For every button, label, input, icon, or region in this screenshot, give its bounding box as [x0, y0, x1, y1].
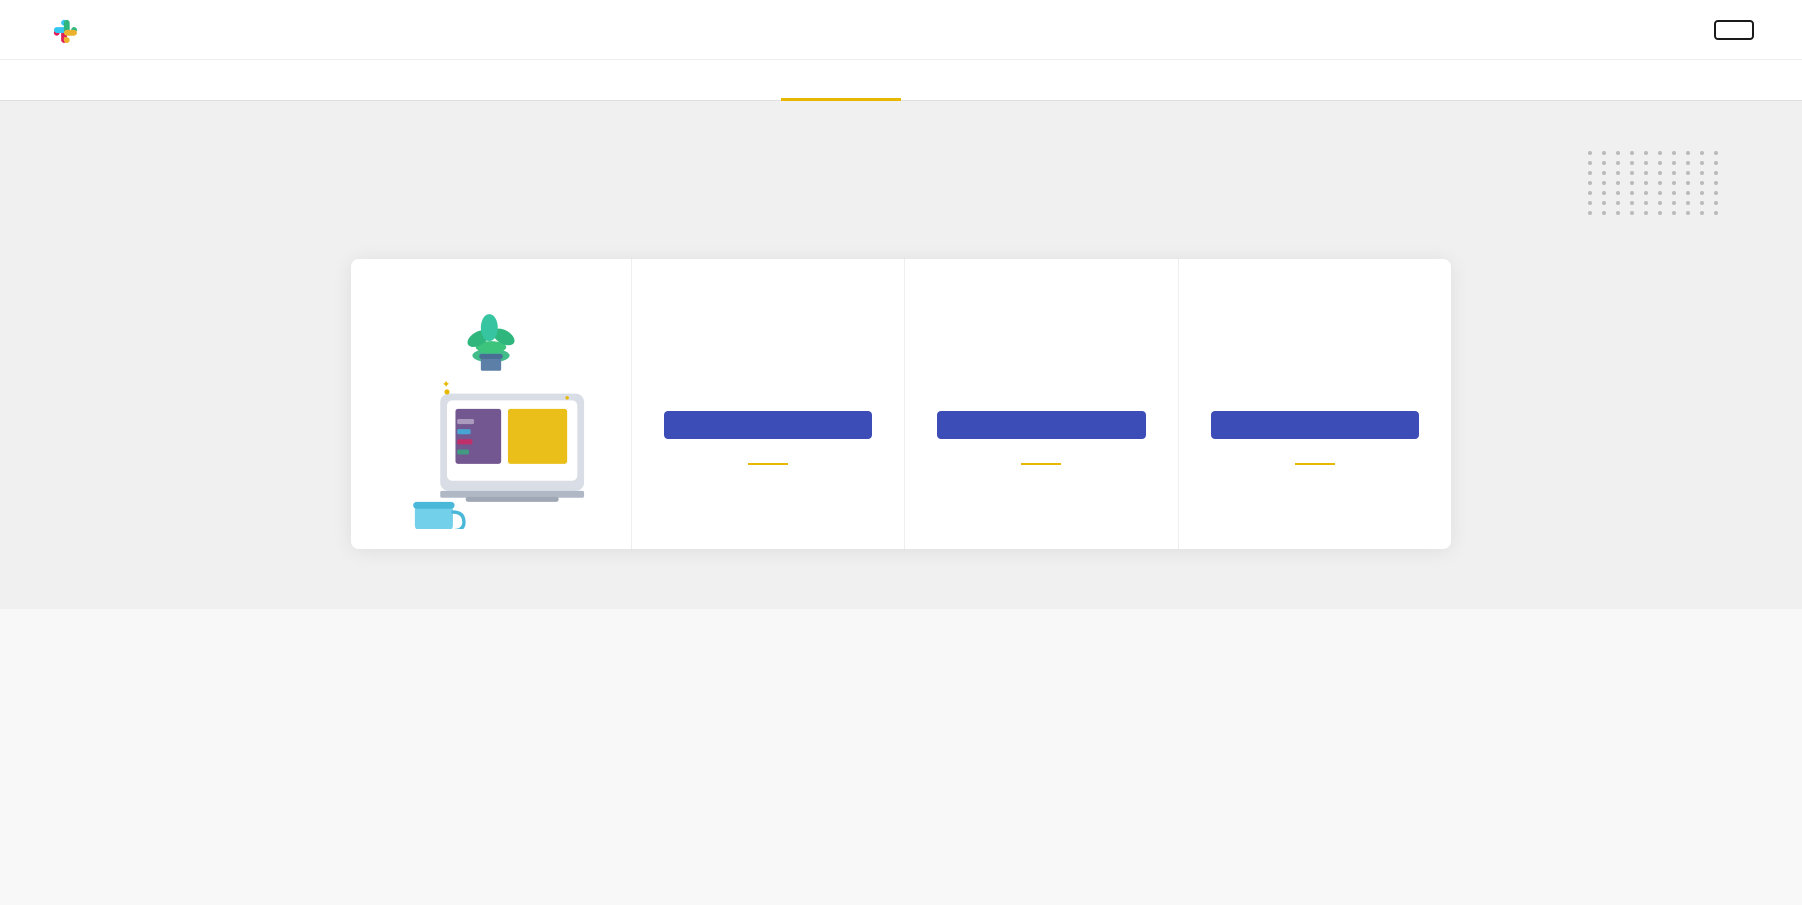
slack-logo-icon [48, 14, 80, 46]
plus-kaufen-button[interactable] [1211, 411, 1419, 439]
hero-section: const dp = document.querySelector('.dot-… [0, 101, 1802, 219]
dot-decoration: const dp = document.querySelector('.dot-… [1588, 151, 1722, 219]
plan-plus [1179, 259, 1451, 549]
divider-standard [1021, 463, 1061, 465]
pricing-wrapper: ✦ [351, 259, 1451, 549]
tab-enterprise[interactable] [901, 60, 1021, 100]
divider-kostenlos [748, 463, 788, 465]
pricing-columns [631, 259, 1451, 549]
tab-teams[interactable] [781, 60, 901, 100]
logo[interactable] [48, 14, 88, 46]
workspace-erstellen-button[interactable] [664, 411, 872, 439]
illustration-pane: ✦ [351, 259, 631, 549]
plan-standard [905, 259, 1178, 549]
plan-kostenlos [632, 259, 905, 549]
tabs-bar [0, 60, 1802, 101]
nav-links [1586, 20, 1754, 40]
standard-kaufen-button[interactable] [937, 411, 1145, 439]
navigation [0, 0, 1802, 60]
workspace-erstellen-nav-button[interactable] [1714, 20, 1754, 40]
pricing-section: ✦ [0, 219, 1802, 609]
pricing-illustration: ✦ [381, 309, 601, 529]
divider-plus [1295, 463, 1335, 465]
svg-text:✦: ✦ [442, 380, 451, 391]
